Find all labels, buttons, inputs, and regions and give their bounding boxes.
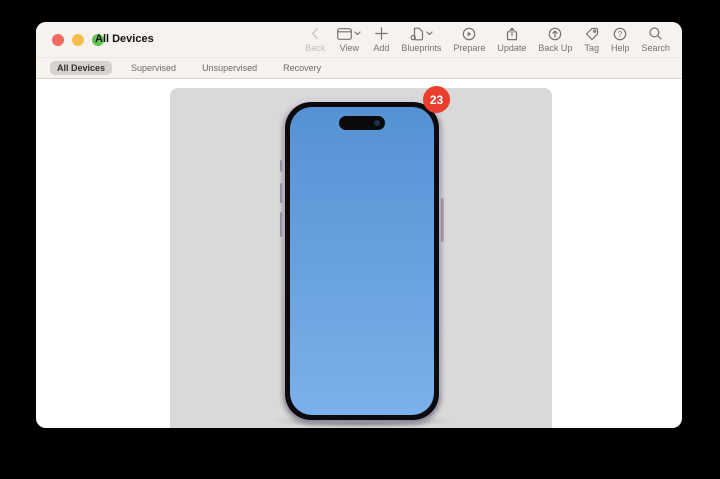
view-button[interactable]: View bbox=[331, 26, 367, 53]
back-label: Back bbox=[305, 43, 325, 53]
plus-icon bbox=[375, 26, 388, 41]
search-button[interactable]: Search bbox=[635, 26, 676, 53]
tab-unsupervised[interactable]: Unsupervised bbox=[195, 61, 264, 75]
add-button[interactable]: Add bbox=[367, 26, 395, 53]
update-button[interactable]: Update bbox=[491, 26, 532, 53]
app-window: All Devices Back View Add bbox=[36, 22, 682, 428]
chevron-left-icon bbox=[311, 26, 319, 41]
action-button bbox=[280, 160, 283, 172]
close-button[interactable] bbox=[52, 34, 64, 46]
tag-icon bbox=[585, 26, 599, 41]
minimize-button[interactable] bbox=[72, 34, 84, 46]
chevron-down-icon bbox=[354, 31, 361, 36]
prepare-button[interactable]: Prepare bbox=[447, 26, 491, 53]
help-button[interactable]: ? Help bbox=[605, 26, 636, 53]
backup-button[interactable]: Back Up bbox=[532, 26, 578, 53]
device-cell[interactable]: 23 bbox=[170, 88, 552, 428]
volume-up-button bbox=[280, 183, 283, 203]
scope-tab-bar: All Devices Supervised Unsupervised Reco… bbox=[36, 57, 682, 79]
blueprints-button[interactable]: Blueprints bbox=[395, 26, 447, 53]
front-camera-icon bbox=[374, 120, 380, 126]
notification-badge: 23 bbox=[423, 86, 450, 113]
tag-label: Tag bbox=[584, 43, 599, 53]
iphone-screen bbox=[290, 107, 434, 415]
window-icon bbox=[337, 26, 361, 41]
update-label: Update bbox=[497, 43, 526, 53]
chevron-down-icon bbox=[426, 31, 433, 36]
circled-up-arrow-icon bbox=[548, 26, 562, 41]
blueprint-document-icon bbox=[410, 26, 433, 41]
circled-play-icon bbox=[462, 26, 476, 41]
backup-label: Back Up bbox=[538, 43, 572, 53]
share-up-icon bbox=[506, 26, 518, 41]
help-label: Help bbox=[611, 43, 630, 53]
volume-down-button bbox=[280, 212, 283, 237]
add-label: Add bbox=[373, 43, 389, 53]
magnifier-icon bbox=[649, 26, 662, 41]
prepare-label: Prepare bbox=[453, 43, 485, 53]
tab-recovery[interactable]: Recovery bbox=[276, 61, 328, 75]
svg-text:?: ? bbox=[618, 30, 623, 39]
circled-question-icon: ? bbox=[613, 26, 627, 41]
back-button[interactable]: Back bbox=[299, 26, 331, 53]
title-bar: All Devices Back View Add bbox=[36, 22, 682, 57]
iphone-mockup bbox=[282, 99, 442, 423]
power-button bbox=[441, 198, 444, 242]
window-title: All Devices bbox=[95, 22, 154, 57]
dynamic-island bbox=[339, 116, 385, 130]
tab-all-devices[interactable]: All Devices bbox=[50, 61, 112, 75]
tag-button[interactable]: Tag bbox=[578, 26, 605, 53]
tab-supervised[interactable]: Supervised bbox=[124, 61, 183, 75]
device-list-area: 23 bbox=[36, 79, 682, 428]
search-label: Search bbox=[641, 43, 670, 53]
blueprints-label: Blueprints bbox=[401, 43, 441, 53]
toolbar: Back View Add bbox=[299, 26, 676, 53]
view-label: View bbox=[340, 43, 359, 53]
